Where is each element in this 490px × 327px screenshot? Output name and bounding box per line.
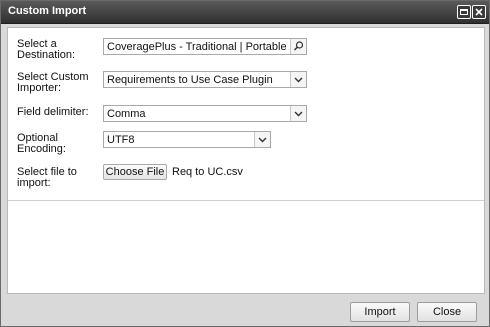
- chevron-down-icon[interactable]: [254, 132, 270, 147]
- encoding-select[interactable]: UTF8: [103, 131, 271, 148]
- destination-value: CoveragePlus - Traditional | Portable De…: [107, 41, 288, 53]
- importer-select[interactable]: Requirements to Use Case Plugin: [103, 71, 307, 88]
- import-button[interactable]: Import: [350, 302, 410, 322]
- dialog-content: Select a Destination: CoveragePlus - Tra…: [7, 27, 485, 294]
- close-icon[interactable]: [472, 5, 486, 19]
- destination-field[interactable]: CoveragePlus - Traditional | Portable De…: [103, 38, 307, 55]
- title-bar[interactable]: Custom Import: [1, 1, 489, 24]
- encoding-label: Optional Encoding:: [17, 132, 66, 155]
- delimiter-select[interactable]: Comma: [103, 105, 307, 122]
- encoding-value: UTF8: [107, 134, 135, 146]
- chevron-down-icon[interactable]: [290, 72, 306, 87]
- destination-label: Select a Destination:: [17, 38, 76, 61]
- chevron-down-icon[interactable]: [290, 106, 306, 121]
- delimiter-label: Field delimiter:: [17, 106, 89, 118]
- close-button[interactable]: Close: [417, 302, 477, 322]
- custom-import-dialog: Custom Import Select a Destination: Cove…: [0, 0, 490, 327]
- import-form: Select a Destination: CoveragePlus - Tra…: [8, 28, 484, 201]
- dialog-title: Custom Import: [8, 5, 87, 17]
- delimiter-value: Comma: [107, 108, 146, 120]
- search-icon[interactable]: [290, 39, 306, 54]
- choose-file-button[interactable]: Choose File: [103, 164, 167, 180]
- importer-label: Select Custom Importer:: [17, 71, 89, 94]
- importer-value: Requirements to Use Case Plugin: [107, 74, 273, 86]
- selected-filename: Req to UC.csv: [172, 166, 243, 178]
- file-label: Select file to import:: [17, 166, 77, 189]
- restore-icon[interactable]: [457, 5, 471, 19]
